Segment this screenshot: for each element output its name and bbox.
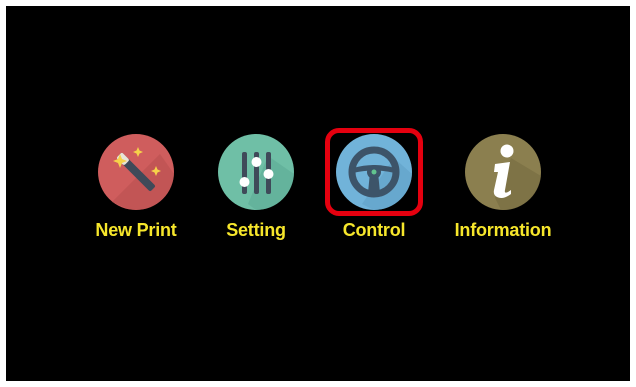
menu-item-label: Information: [454, 220, 552, 240]
menu-item-setting[interactable]: Setting: [191, 134, 321, 250]
magic-wand-icon: [98, 134, 174, 210]
menu-item-label: New Print: [95, 220, 177, 240]
menu-item-new-print[interactable]: New Print: [71, 134, 201, 250]
menu-item-label: Setting: [226, 220, 286, 240]
menu-item-label: Control: [342, 220, 406, 240]
menu-item-control[interactable]: Control: [309, 128, 439, 250]
info-icon: [465, 134, 541, 210]
screen: New Print Setting Control Information: [6, 6, 630, 381]
sliders-icon: [218, 134, 294, 210]
menu-item-information[interactable]: Information: [438, 134, 568, 250]
steering-wheel-icon: [336, 134, 412, 210]
